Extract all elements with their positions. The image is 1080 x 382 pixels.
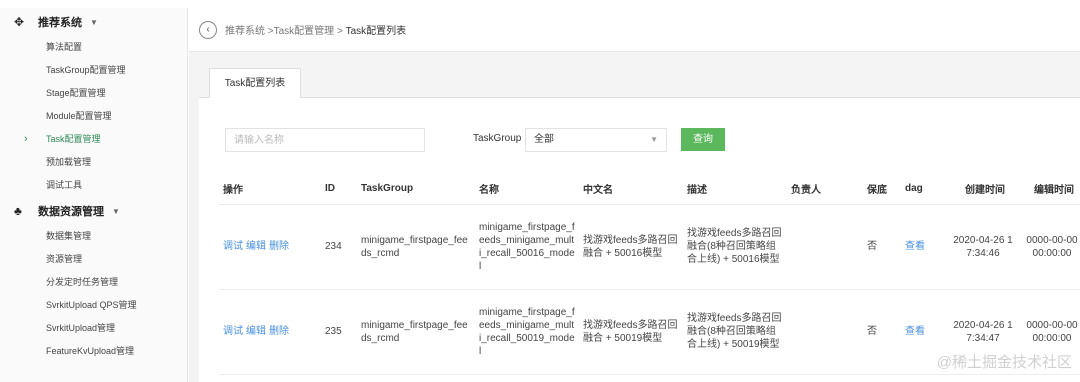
caret-down-icon: ▼ xyxy=(90,17,98,27)
cell-taskgroup: minigame_firstpage_feeds_rcmd xyxy=(357,289,475,375)
chevron-down-icon: ▼ xyxy=(650,135,658,144)
col-header-actions: 操作 xyxy=(219,174,321,205)
col-header-taskgroup: TaskGroup xyxy=(357,174,475,205)
col-header-name: 名称 xyxy=(475,174,579,205)
name-search-input[interactable] xyxy=(225,128,425,152)
delete-link[interactable]: 删除 xyxy=(269,241,289,252)
tab-task-list[interactable]: Task配置列表 xyxy=(209,68,301,99)
col-header-owner: 负责人 xyxy=(787,174,863,205)
cell-cn-name: 找游戏feeds多路召回融合 + 50016模型 xyxy=(579,204,683,290)
sidebar-item-dataset[interactable]: 数据集管理 xyxy=(0,225,187,248)
cell-id: 234 xyxy=(321,204,357,290)
task-table: 操作 ID TaskGroup 名称 中文名 描述 负责人 保底 dag 创建时… xyxy=(219,174,1080,375)
sidebar-group-label: 数据资源管理 xyxy=(38,206,104,218)
taskgroup-label: TaskGroup xyxy=(473,133,522,144)
top-bar: ‹ 推荐系统 >Task配置管理 > Task配置列表 xyxy=(189,8,1080,52)
cell-taskgroup: minigame_firstpage_feeds_rcmd xyxy=(357,204,475,290)
sidebar-item-preload[interactable]: 预加载管理 xyxy=(0,151,187,174)
dag-view-link[interactable]: 查看 xyxy=(905,241,925,252)
col-header-id: ID xyxy=(321,174,357,205)
watermark: @稀土掘金技术社区 xyxy=(936,354,1072,371)
col-header-fallback: 保底 xyxy=(863,174,901,205)
dag-view-link[interactable]: 查看 xyxy=(905,326,925,337)
row-actions: 调试 编辑 删除 xyxy=(219,289,321,375)
sidebar: ✥ 推荐系统 ▼ 算法配置 TaskGroup配置管理 Stage配置管理 Mo… xyxy=(0,8,188,382)
breadcrumb: 推荐系统 >Task配置管理 > Task配置列表 xyxy=(225,22,406,37)
cell-created: 2020-04-26 17:34:46 xyxy=(947,204,1019,290)
sidebar-group-recommend[interactable]: ✥ 推荐系统 ▼ xyxy=(0,8,187,36)
cell-id: 235 xyxy=(321,289,357,375)
caret-down-icon: ▼ xyxy=(112,206,120,216)
sidebar-item-stage[interactable]: Stage配置管理 xyxy=(0,82,187,105)
sidebar-item-dispatch-schedule[interactable]: 分发定时任务管理 xyxy=(0,271,187,294)
sidebar-item-svrkit-upload[interactable]: SvrkitUpload管理 xyxy=(0,317,187,340)
sidebar-item-debug-tool[interactable]: 调试工具 xyxy=(0,174,187,197)
filter-bar: TaskGroup 全部 ▼ 查询 xyxy=(225,128,1080,154)
cell-name: minigame_firstpage_feeds_minigame_multi_… xyxy=(475,289,579,375)
cell-description: 找游戏feeds多路召回融合(8种召回策略组合上线) + 50016模型 xyxy=(683,204,787,290)
cell-fallback: 否 xyxy=(863,204,901,290)
delete-link[interactable]: 删除 xyxy=(269,326,289,337)
debug-link[interactable]: 调试 xyxy=(223,241,243,252)
col-header-description: 描述 xyxy=(683,174,787,205)
debug-link[interactable]: 调试 xyxy=(223,326,243,337)
col-header-dag: dag xyxy=(901,174,947,205)
edit-link[interactable]: 编辑 xyxy=(246,241,266,252)
sidebar-item-featurekv-upload[interactable]: FeatureKvUpload管理 xyxy=(0,340,187,363)
sidebar-item-task[interactable]: Task配置管理 xyxy=(0,128,187,151)
cell-edited: 0000-00-00 00:00:00 xyxy=(1019,204,1080,290)
content-panel: TaskGroup 全部 ▼ 查询 操作 ID TaskGroup 名称 中文 xyxy=(199,98,1080,382)
col-header-cn-name: 中文名 xyxy=(579,174,683,205)
cell-owner xyxy=(787,289,863,375)
sidebar-item-algo[interactable]: 算法配置 xyxy=(0,36,187,59)
sidebar-item-svrkit-qps[interactable]: SvrkitUpload QPS管理 xyxy=(0,294,187,317)
edit-link[interactable]: 编辑 xyxy=(246,326,266,337)
sidebar-group-label: 推荐系统 xyxy=(38,17,82,29)
main-content: Task配置列表 TaskGroup 全部 ▼ 查询 操作 ID T xyxy=(189,52,1080,382)
cell-owner xyxy=(787,204,863,290)
taskgroup-select[interactable]: 全部 ▼ xyxy=(525,128,667,152)
cell-dag: 查看 xyxy=(901,204,947,290)
breadcrumb-path[interactable]: 推荐系统 >Task配置管理 > xyxy=(225,26,346,37)
table-header-row: 操作 ID TaskGroup 名称 中文名 描述 负责人 保底 dag 创建时… xyxy=(219,174,1080,205)
cell-name: minigame_firstpage_feeds_minigame_multi_… xyxy=(475,204,579,290)
sidebar-item-taskgroup[interactable]: TaskGroup配置管理 xyxy=(0,59,187,82)
back-icon[interactable]: ‹ xyxy=(199,20,217,39)
share-nodes-icon: ♣ xyxy=(14,204,22,218)
taskgroup-select-value: 全部 xyxy=(534,134,554,145)
table-row: 调试 编辑 删除 234 minigame_firstpage_feeds_rcmd… xyxy=(219,204,1080,290)
sidebar-item-resource[interactable]: 资源管理 xyxy=(0,248,187,271)
sidebar-group-data-resource[interactable]: ♣ 数据资源管理 ▼ xyxy=(0,197,187,225)
query-button[interactable]: 查询 xyxy=(681,128,725,151)
cell-fallback: 否 xyxy=(863,289,901,375)
col-header-created: 创建时间 xyxy=(947,174,1019,205)
move-cross-icon: ✥ xyxy=(14,15,25,29)
col-header-edited: 编辑时间 xyxy=(1019,174,1080,205)
cell-description: 找游戏feeds多路召回融合(8种召回策略组合上线) + 50019模型 xyxy=(683,289,787,375)
breadcrumb-current: Task配置列表 xyxy=(345,26,407,37)
row-actions: 调试 编辑 删除 xyxy=(219,204,321,290)
cell-cn-name: 找游戏feeds多路召回融合 + 50019模型 xyxy=(579,289,683,375)
tab-bar: Task配置列表 xyxy=(199,68,1080,99)
sidebar-item-module[interactable]: Module配置管理 xyxy=(0,105,187,128)
